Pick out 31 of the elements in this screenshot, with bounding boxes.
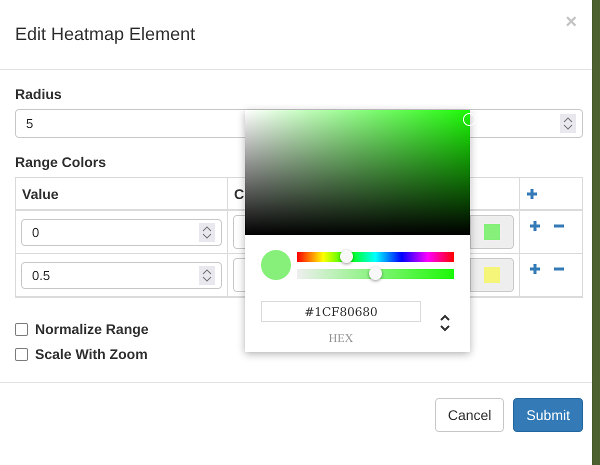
spinner-icon[interactable] — [199, 222, 215, 242]
color-preview — [261, 250, 291, 280]
hue-slider[interactable] — [297, 252, 454, 262]
spinner-icon[interactable] — [199, 266, 215, 284]
submit-button[interactable]: Submit — [513, 398, 583, 432]
checkbox-label: Normalize Range — [35, 321, 149, 337]
add-button[interactable] — [529, 263, 541, 275]
add-button[interactable] — [526, 188, 538, 200]
value-input[interactable]: 0 — [21, 218, 222, 246]
alpha-slider[interactable] — [297, 268, 454, 278]
format-toggle-button[interactable] — [439, 313, 451, 333]
slider-thumb[interactable] — [368, 266, 382, 280]
value-input[interactable]: 0.5 — [21, 262, 222, 288]
slider-thumb[interactable] — [340, 250, 354, 262]
plus-icon — [529, 263, 541, 275]
color-swatch-button[interactable] — [470, 258, 514, 292]
cancel-button[interactable]: Cancel — [434, 398, 504, 432]
plus-icon — [529, 220, 541, 232]
spinner-icon[interactable] — [560, 114, 576, 133]
plus-icon — [526, 188, 538, 200]
radius-label: Radius — [15, 86, 63, 102]
checkbox[interactable] — [15, 322, 28, 336]
format-label: HEX — [328, 331, 354, 346]
range-colors-label: Range Colors — [15, 154, 108, 170]
dialog-title: Edit Heatmap Element — [15, 24, 196, 45]
checkbox[interactable] — [15, 348, 28, 360]
column-header: Value — [16, 178, 228, 211]
add-button[interactable] — [529, 220, 541, 232]
checkbox-label: Scale With Zoom — [35, 346, 148, 362]
color-swatch-button[interactable] — [470, 215, 514, 249]
hex-input[interactable]: #1CF80680 — [261, 301, 421, 322]
